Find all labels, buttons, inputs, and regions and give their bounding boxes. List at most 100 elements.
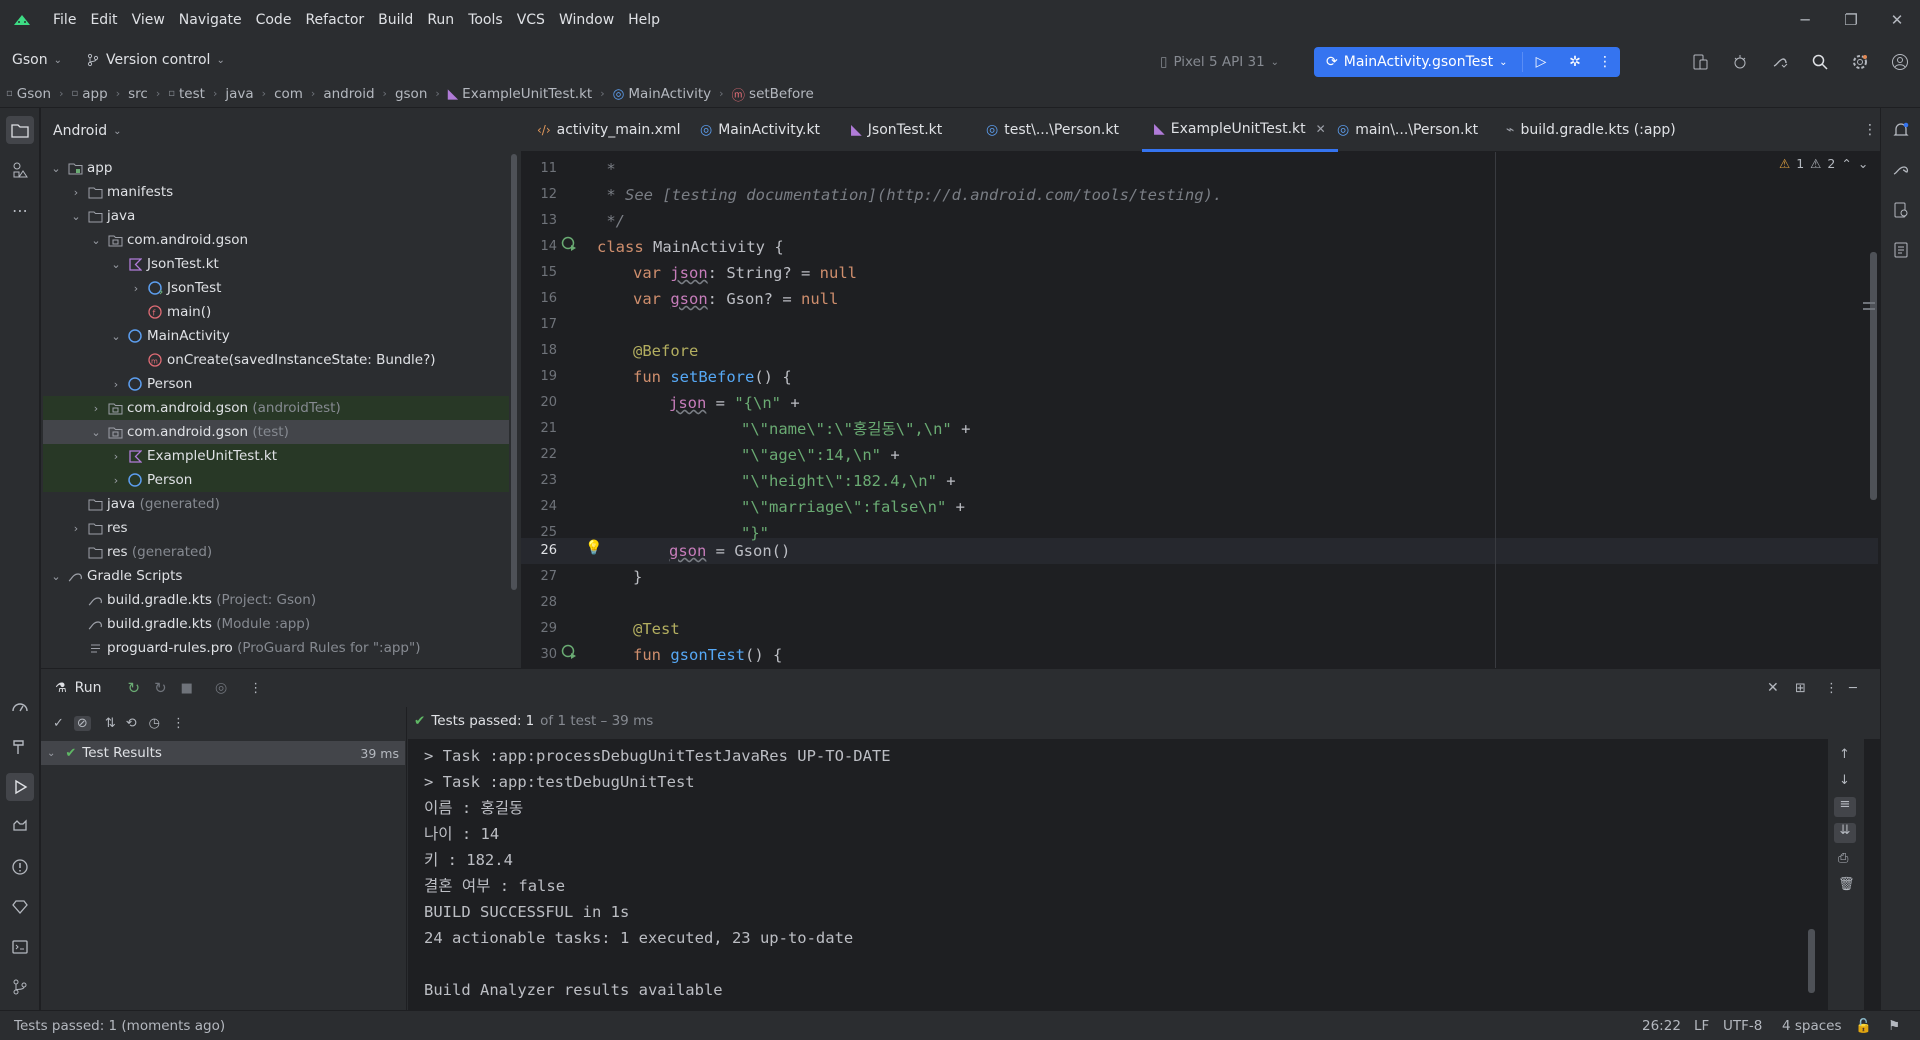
tree-item-person[interactable]: › Person (43, 372, 509, 396)
menu-file[interactable]: File (46, 0, 83, 40)
tab-activity-main-xml[interactable]: ‹/› activity_main.xml (525, 108, 693, 152)
rerun-failed-icon[interactable]: ↻ (154, 679, 167, 697)
menu-refactor[interactable]: Refactor (298, 0, 371, 40)
breadcrumb-item[interactable]: src (128, 86, 148, 102)
menu-view[interactable]: View (125, 0, 172, 40)
breadcrumb-item[interactable]: ▫ Gson (6, 86, 51, 102)
lightbulb-icon[interactable]: 💡 (585, 540, 602, 556)
gradle-elephant-icon[interactable] (1887, 156, 1915, 184)
run-test-gutter-icon[interactable] (561, 644, 577, 664)
tree-item-package-androidtest[interactable]: › com.android.gson (androidTest) (43, 396, 509, 420)
chevron-right-icon[interactable]: › (129, 282, 143, 295)
more-tools-icon[interactable]: ⋯ (6, 196, 34, 224)
tree-item-main-fn[interactable]: f main() (43, 300, 509, 324)
terminal-icon[interactable] (6, 933, 34, 961)
chevron-right-icon[interactable]: › (109, 378, 123, 391)
tree-item-jsontest-kt[interactable]: ⌄ JsonTest.kt (43, 252, 509, 276)
app-inspection-icon[interactable] (1726, 48, 1754, 76)
tree-item-java[interactable]: ⌄ java (43, 204, 509, 228)
logcat-icon[interactable] (6, 813, 34, 841)
device-manager-icon[interactable] (1686, 48, 1714, 76)
tree-item-proguard[interactable]: proguard-rules.pro (ProGuard Rules for "… (43, 636, 509, 660)
status-message[interactable]: Tests passed: 1 (moments ago) (14, 1018, 225, 1034)
close-window-button[interactable]: ✕ (1874, 0, 1920, 40)
chevron-right-icon[interactable]: › (109, 450, 123, 463)
tree-item-app[interactable]: ⌄ app (43, 156, 509, 180)
project-selector[interactable]: Gson ⌄ (0, 45, 74, 75)
menu-help[interactable]: Help (621, 0, 667, 40)
toggle-auto-test-icon[interactable]: ◎ (215, 680, 227, 696)
chevron-right-icon[interactable]: › (89, 402, 103, 415)
menu-window[interactable]: Window (552, 0, 621, 40)
chevron-down-icon[interactable]: ⌄ (1858, 156, 1868, 171)
gem-icon[interactable] (6, 893, 34, 921)
caret-position[interactable]: 26:22 (1642, 1018, 1681, 1034)
build-hammer-icon[interactable] (6, 733, 34, 761)
tab-jsontest-kt[interactable]: ◣ JsonTest.kt (839, 108, 954, 152)
breadcrumb-item[interactable]: ◣ ExampleUnitTest.kt (448, 86, 592, 102)
options-icon[interactable]: ⋮ (1825, 681, 1838, 696)
run-button[interactable]: ▷ (1526, 54, 1556, 70)
menu-vcs[interactable]: VCS (510, 0, 552, 40)
restore-button[interactable]: ❐ (1828, 0, 1874, 40)
menu-edit[interactable]: Edit (83, 0, 124, 40)
sync-gradle-icon[interactable] (1766, 48, 1794, 76)
tree-item-person-test[interactable]: › Person (43, 468, 509, 492)
test-results-row[interactable]: ⌄ ✔ Test Results 39 ms (41, 741, 405, 765)
project-view-selector[interactable]: Android ⌄ (41, 108, 521, 154)
menu-run[interactable]: Run (420, 0, 461, 40)
chevron-right-icon[interactable]: › (69, 522, 83, 535)
arrow-up-icon[interactable]: ↑ (1839, 747, 1850, 762)
minimize-button[interactable]: ─ (1782, 0, 1828, 40)
breadcrumb-item[interactable]: ▫ test (168, 86, 205, 102)
breadcrumb-item[interactable]: android (323, 86, 374, 102)
tab-mainactivity-kt[interactable]: ◎ MainActivity.kt (688, 108, 832, 152)
tab-main-person-kt[interactable]: ◎ main\...\Person.kt (1325, 108, 1490, 152)
settings-gear-icon[interactable] (1846, 48, 1874, 76)
run-console[interactable]: > Task :app:processDebugUnitTestJavaRes … (408, 739, 1880, 1011)
hide-panel-icon[interactable]: ─ (1849, 681, 1857, 696)
line-separator[interactable]: LF (1694, 1018, 1709, 1034)
tree-item-build-gradle-project[interactable]: build.gradle.kts (Project: Gson) (43, 588, 509, 612)
rerun-icon[interactable]: ↻ (128, 679, 141, 697)
run-more-icon[interactable]: ⋮ (249, 681, 262, 696)
breadcrumb-item[interactable]: ▫ app (72, 86, 108, 102)
chevron-right-icon[interactable]: › (109, 474, 123, 487)
tree-item-package[interactable]: ⌄ com.android.gson (43, 228, 509, 252)
tab-exampleunittest-kt[interactable]: ◣ ExampleUnitTest.kt ✕ (1142, 108, 1338, 152)
problems-icon[interactable] (6, 853, 34, 881)
git-branch-icon[interactable] (6, 973, 34, 1001)
running-devices-icon[interactable] (1887, 236, 1915, 264)
console-scrollbar[interactable] (1808, 929, 1815, 993)
chevron-down-icon[interactable]: ⌄ (109, 330, 123, 343)
clear-trash-icon[interactable]: 🗑 (1838, 877, 1855, 892)
tree-item-mainactivity[interactable]: ⌄ MainActivity (43, 324, 509, 348)
tree-item-java-generated[interactable]: java (generated) (43, 492, 509, 516)
breadcrumb-item[interactable]: ◎ MainActivity (613, 86, 712, 102)
test-more-icon[interactable]: ⋮ (172, 716, 185, 731)
show-ignored-icon[interactable]: ⊘ (73, 715, 91, 731)
inspection-widget[interactable]: ⚠ 1 ⚠ 2 ⌃ ⌄ (1779, 156, 1868, 171)
menu-navigate[interactable]: Navigate (172, 0, 249, 40)
tree-item-exampleunittest[interactable]: › ExampleUnitTest.kt (43, 444, 509, 468)
search-icon[interactable] (1806, 48, 1834, 76)
tree-item-build-gradle-module[interactable]: build.gradle.kts (Module :app) (43, 612, 509, 636)
chevron-down-icon[interactable]: ⌄ (49, 570, 63, 583)
project-folder-icon[interactable] (6, 116, 34, 144)
menu-code[interactable]: Code (249, 0, 299, 40)
stop-icon[interactable]: ■ (181, 681, 193, 696)
scroll-to-end-icon[interactable]: ⇊ (1834, 823, 1856, 843)
tree-item-jsontest-class[interactable]: › JsonTest (43, 276, 509, 300)
soft-wrap-icon[interactable]: ≡ (1834, 797, 1856, 817)
chevron-down-icon[interactable]: ⌄ (49, 162, 63, 175)
indent-setting[interactable]: 4 spaces (1782, 1018, 1842, 1034)
tabs-more-icon[interactable]: ⋮ (1851, 108, 1889, 152)
project-scrollbar[interactable] (511, 154, 517, 590)
editor-scrollbar[interactable] (1870, 252, 1877, 500)
chevron-up-icon[interactable]: ⌃ (1841, 156, 1851, 171)
chevron-down-icon[interactable]: ⌄ (89, 426, 103, 439)
profiler-icon[interactable] (6, 693, 34, 721)
tab-build-gradle-app[interactable]: ⌁ build.gradle.kts (:app) (1494, 108, 1688, 152)
tab-test-person-kt[interactable]: ◎ test\...\Person.kt (974, 108, 1131, 152)
tree-item-oncreate[interactable]: m onCreate(savedInstanceState: Bundle?) (43, 348, 509, 372)
